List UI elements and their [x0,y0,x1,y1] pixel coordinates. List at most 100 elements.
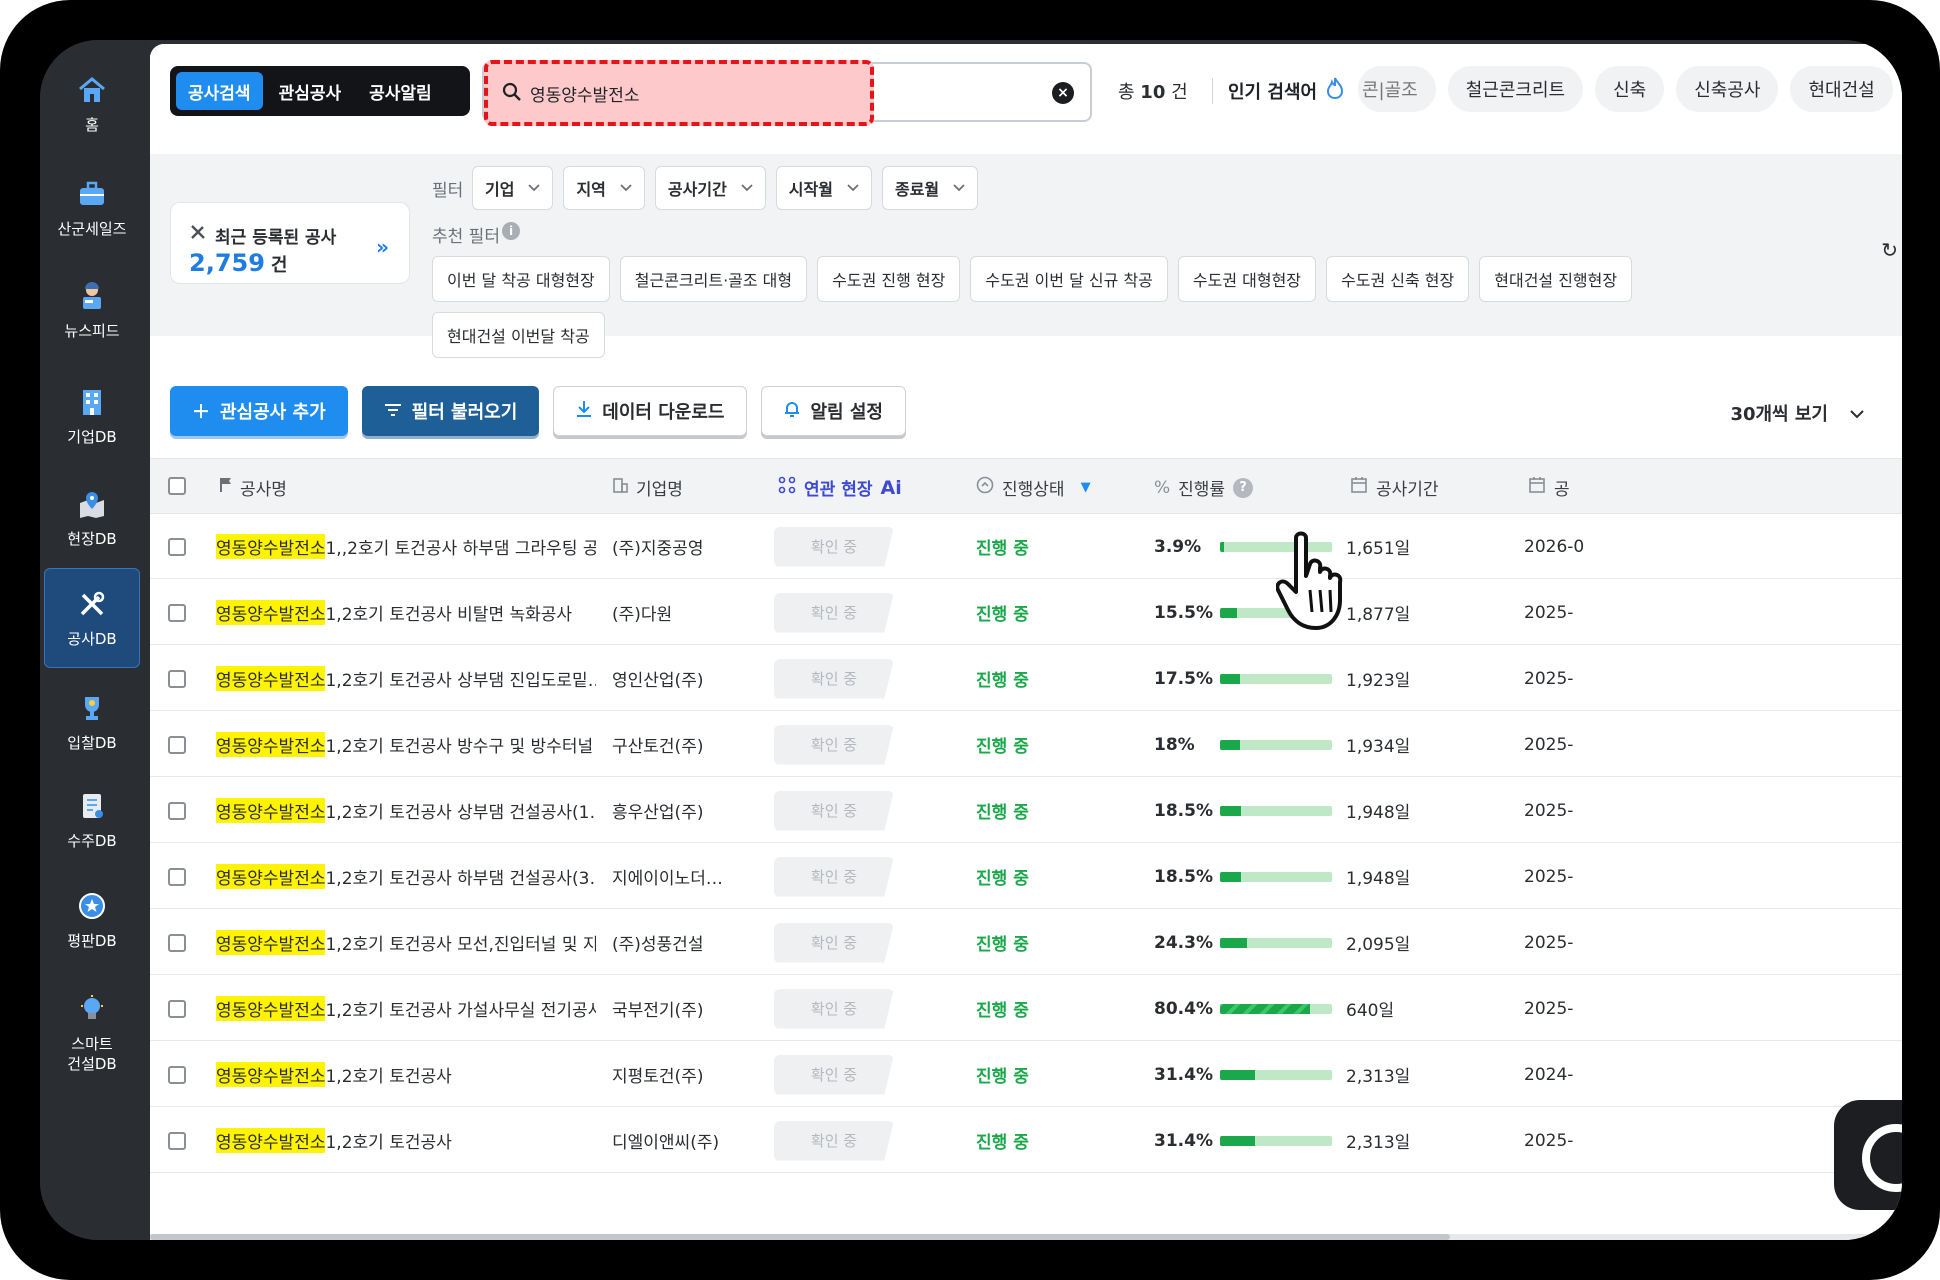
table-row[interactable]: 영동양수발전소 1,2호기 토건공사 방수구 및 방수터널 … 구산토건(주) 확인 … [150,712,1902,777]
search-input[interactable]: 영동양수발전소 [530,81,639,106]
checkbox[interactable] [168,867,186,886]
clear-search-icon[interactable]: × [1052,82,1074,104]
project-name[interactable]: 영동양수발전소 1,2호기 토건공사 상부댐 건설공사(1… [216,778,596,843]
column-start[interactable]: 공 [1528,475,1570,500]
row-checkbox[interactable] [168,1108,186,1173]
row-checkbox[interactable] [168,844,186,909]
row-checkbox[interactable] [168,646,186,711]
row-checkbox[interactable] [168,580,186,645]
sidebar-item-smart-construction-db[interactable]: 스마트 건설DB [44,968,140,1098]
table-row[interactable]: 영동양수발전소 1,2호기 토건공사 상부댐 건설공사(1… 흥우산업(주) 확인 중… [150,778,1902,843]
recommended-filter-chip[interactable]: 수도권 진행 현장 [817,256,961,302]
column-name[interactable]: 공사명 [220,475,287,500]
filter-dropdown[interactable]: 시작월 [775,166,872,210]
select-all-checkbox[interactable] [168,477,186,495]
checkbox[interactable] [168,999,186,1018]
help-icon[interactable]: ? [1233,477,1254,498]
popular-keyword-chip[interactable]: 철근콘크리트 [1447,66,1584,112]
table-row[interactable]: 영동양수발전소 1,2호기 토건공사 비탈면 녹화공사 (주)다원 확인 중 진행 중1… [150,580,1902,645]
project-name[interactable]: 영동양수발전소 1,2호기 토건공사 방수구 및 방수터널 … [216,712,596,777]
checkbox[interactable] [168,537,186,556]
column-status[interactable]: 진행상태 ▼ [976,475,1091,500]
checkbox[interactable] [168,801,186,820]
horizontal-scrollbar[interactable] [150,1234,1902,1240]
sidebar-item-home[interactable]: 홈 [44,54,140,154]
recommended-filter-chip[interactable]: 수도권 대형현장 [1177,256,1317,302]
popular-keyword-chip[interactable]: 신축 [1595,66,1665,112]
company-name[interactable]: 지에이이노더… [612,844,762,909]
row-checkbox[interactable] [168,910,186,975]
checkbox[interactable] [168,1065,186,1084]
sort-desc-icon[interactable]: ▼ [1081,480,1091,495]
checkbox[interactable] [168,669,186,688]
sidebar-item-sangun-sales[interactable]: 산군세일즈 [44,158,140,258]
company-name[interactable]: (주)성풍건설 [612,910,762,975]
company-name[interactable]: 흥우산업(주) [612,778,762,843]
add-interest-button[interactable]: ＋ 관심공사 추가 [170,386,348,436]
company-name[interactable]: (주)다원 [612,580,762,645]
project-name[interactable]: 영동양수발전소 1,2호기 토건공사 [216,1042,596,1107]
filter-dropdown[interactable]: 종료월 [881,166,979,210]
project-name[interactable]: 영동양수발전소 1,2호기 토건공사 비탈면 녹화공사 [216,580,596,645]
table-row[interactable]: 영동양수발전소 1,2호기 토건공사 모선,진입터널 및 지… (주)성풍건설 확인 … [150,910,1902,975]
company-name[interactable]: 영인산업(주) [612,646,762,711]
info-icon[interactable]: i [502,222,520,240]
sidebar-item-newsfeed[interactable]: 뉴스피드 [44,260,140,360]
company-name[interactable]: (주)지중공영 [612,514,762,579]
row-checkbox[interactable] [168,712,186,777]
recommended-filter-chip[interactable]: 철근콘크리트·골조 대형 [619,256,808,302]
tab-interest[interactable]: 관심공사 [267,72,354,110]
company-name[interactable]: 디엘이앤씨(주) [612,1108,762,1173]
sidebar-item-site-db[interactable]: 현장DB [44,468,140,568]
checkbox[interactable] [168,603,186,622]
project-name[interactable]: 영동양수발전소 1,2호기 토건공사 [216,1108,596,1173]
sidebar-item-company-db[interactable]: 기업DB [44,366,140,466]
popular-keyword-chip[interactable]: 현대건설 [1790,66,1893,112]
double-chevron-right-icon[interactable]: » [376,235,389,259]
table-row[interactable]: 영동양수발전소 1,2호기 토건공사 가설사무실 전기공사 국부전기(주) 확인 중진… [150,976,1902,1041]
column-period[interactable]: 공사기간 [1350,475,1439,500]
table-row[interactable]: 영동양수발전소 1,2호기 토건공사 디엘이앤씨(주) 확인 중 진행 중 31.4% 2,… [150,1108,1902,1173]
table-row[interactable]: 영동양수발전소 1,,2호기 토건공사 하부댐 그라우팅 공사 (주)지중공영 확인 … [150,514,1902,579]
recommended-filter-chip[interactable]: 현대건설 진행현장 [1479,256,1633,302]
tab-alert[interactable]: 공사알림 [357,72,444,110]
recommended-filter-chip[interactable]: 수도권 신축 현장 [1326,256,1470,302]
popular-keyword-chip[interactable]: 신축공사 [1676,66,1779,112]
refresh-icon[interactable]: ↻ [1881,238,1898,262]
sidebar-item-reputation-db[interactable]: 평판DB [44,870,140,970]
company-name[interactable]: 지평토건(주) [612,1042,762,1107]
search-box[interactable]: 영동양수발전소 × [482,60,1092,126]
per-page-select[interactable]: 30개씩 보기 [1730,400,1864,426]
sidebar-item-order-db[interactable]: 수주DB [44,770,140,870]
table-row[interactable]: 영동양수발전소 1,2호기 토건공사 하부댐 건설공사(3… 지에이이노더… 확인 중… [150,844,1902,909]
sidebar-item-construction-db[interactable]: 공사DB [44,568,140,668]
recommended-filter-chip[interactable]: 수도권 이번 달 신규 착공 [970,256,1168,302]
project-name[interactable]: 영동양수발전소 1,2호기 토건공사 가설사무실 전기공사 [216,976,596,1041]
filter-dropdown[interactable]: 공사기간 [654,166,766,210]
sidebar-item-bid-db[interactable]: 입찰DB [44,672,140,772]
company-name[interactable]: 국부전기(주) [612,976,762,1041]
recent-projects-card[interactable]: 최근 등록된 공사 2,759 건 » [170,202,410,284]
row-checkbox[interactable] [168,1042,186,1107]
filter-dropdown[interactable]: 기업 [472,166,554,210]
company-name[interactable]: 구산토건(주) [612,712,762,777]
project-name[interactable]: 영동양수발전소 1,2호기 토건공사 모선,진입터널 및 지… [216,910,596,975]
alert-setting-button[interactable]: 알림 설정 [761,386,906,436]
recommended-filter-chip[interactable]: 이번 달 착공 대형현장 [432,256,610,302]
filter-dropdown[interactable]: 지역 [563,166,645,210]
project-name[interactable]: 영동양수발전소 1,2호기 토건공사 하부댐 건설공사(3… [216,844,596,909]
floating-help-button[interactable] [1834,1100,1902,1210]
load-filter-button[interactable]: 필터 불러오기 [361,386,540,436]
checkbox[interactable] [168,933,186,952]
checkbox[interactable] [168,1131,186,1150]
table-row[interactable]: 영동양수발전소 1,2호기 토건공사 지평토건(주) 확인 중 진행 중 31.4% 2,3… [150,1042,1902,1107]
popular-keyword-chip[interactable]: 콘|골조 [1358,66,1436,112]
checkbox[interactable] [168,735,186,754]
download-button[interactable]: 데이터 다운로드 [553,386,748,436]
column-progress[interactable]: % 진행률 ? [1154,475,1254,500]
recommended-filter-chip[interactable]: 현대건설 이번달 착공 [432,312,605,358]
row-checkbox[interactable] [168,778,186,843]
table-row[interactable]: 영동양수발전소 1,2호기 토건공사 상부댐 진입도로밑… 영인산업(주) 확인 중진… [150,646,1902,711]
scrollbar-thumb[interactable] [150,1234,1450,1240]
project-name[interactable]: 영동양수발전소 1,,2호기 토건공사 하부댐 그라우팅 공사 [216,514,596,579]
